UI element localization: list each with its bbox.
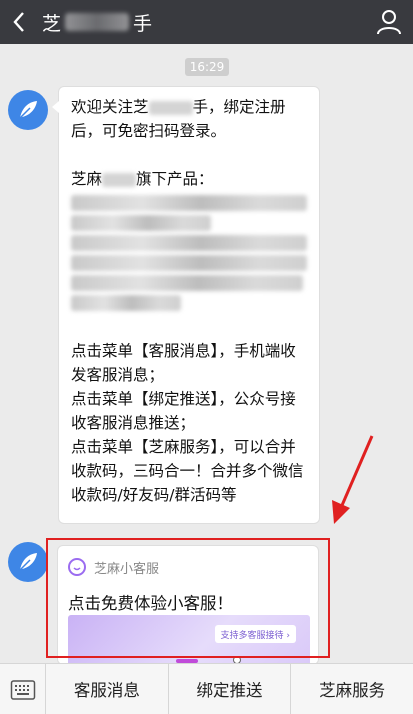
back-button[interactable] <box>4 0 34 44</box>
official-account-avatar[interactable] <box>8 90 48 130</box>
menu-hint-2: 点击菜单【绑定推送】，公众号接收客服消息推送； <box>71 390 296 432</box>
menu-hint-3: 点击菜单【芝麻服务】，可以合并收款码，三码合一！合并多个微信收款码/好友码/群活… <box>71 438 304 504</box>
red-highlight-box <box>46 538 330 658</box>
chat-title-suffix: 手 <box>133 12 153 35</box>
welcome-message-bubble: 欢迎关注芝 手，绑定注册 后，可免密扫码登录。 芝麻 旗下产品： 点击菜单【客服消息… <box>52 86 320 524</box>
welcome-line: 欢迎关注芝 手，绑定注册 <box>71 95 307 119</box>
feather-logo-icon <box>19 101 37 119</box>
menu-bind-push[interactable]: 绑定推送 <box>169 664 292 714</box>
chat-title: 芝 手 <box>42 9 152 36</box>
menu-customer-message[interactable]: 客服消息 <box>46 664 169 714</box>
blurred-line <box>71 215 211 231</box>
top-bar: 芝 手 <box>0 0 413 44</box>
person-icon <box>377 10 401 35</box>
products-text-b: 旗下产品： <box>136 170 214 188</box>
products-heading: 芝麻 旗下产品： <box>71 167 307 191</box>
blurred-line <box>71 275 303 291</box>
red-arrow-annotation <box>332 435 374 524</box>
blurred-text <box>148 100 193 115</box>
profile-button[interactable] <box>375 8 403 36</box>
message-time: 16:29 <box>185 58 229 76</box>
products-text-a: 芝麻 <box>71 170 103 188</box>
welcome-text-b: 手，绑定注册 <box>192 98 286 116</box>
bottom-menu: 客服消息 绑定推送 芝麻服务 <box>0 663 413 714</box>
chat-title-prefix: 芝 <box>42 12 62 35</box>
blurred-line <box>71 295 181 311</box>
blurred-line <box>71 235 307 251</box>
keyboard-icon <box>10 679 35 700</box>
blurred-line <box>71 195 307 211</box>
blurred-line <box>71 255 307 271</box>
menu-hint-1: 点击菜单【客服消息】，手机端收发客服消息； <box>71 342 296 384</box>
menu-zhima-service[interactable]: 芝麻服务 <box>291 664 413 714</box>
chevron-left-icon <box>13 12 24 32</box>
blurred-name <box>65 13 130 31</box>
feather-logo-icon <box>19 553 37 571</box>
blurred-text <box>102 172 137 187</box>
keyboard-button[interactable] <box>0 664 46 714</box>
welcome-text-c: 后，可免密扫码登录。 <box>71 122 227 140</box>
official-account-avatar[interactable] <box>8 542 48 582</box>
welcome-text-a: 欢迎关注芝 <box>71 98 149 116</box>
